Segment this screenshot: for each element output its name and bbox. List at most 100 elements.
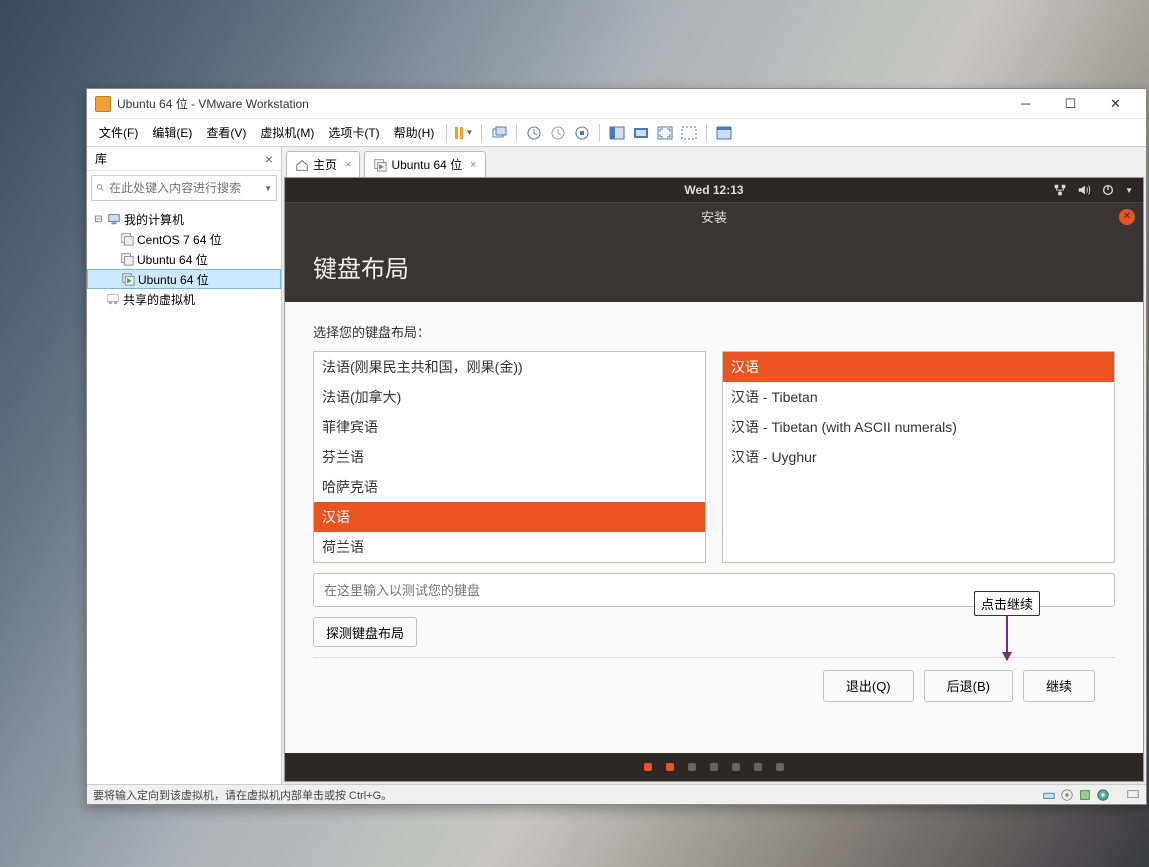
installer-page-title-bar: 键盘布局	[285, 230, 1143, 302]
library-toggle-button[interactable]	[713, 122, 735, 144]
list-item[interactable]: 菲律宾语	[314, 412, 705, 442]
maximize-button[interactable]: ☐	[1048, 90, 1093, 118]
tab-close-icon[interactable]: ×	[470, 159, 476, 171]
installer-title: 安装	[701, 207, 727, 226]
keyboard-prompt: 选择您的键盘布局：	[313, 322, 1115, 341]
disk-icon[interactable]	[1042, 788, 1056, 802]
tree-item-vm[interactable]: Ubuntu 64 位	[87, 249, 281, 269]
menu-view[interactable]: 查看(V)	[200, 121, 252, 144]
continue-button[interactable]: 继续	[1023, 670, 1095, 702]
list-item[interactable]: 汉语 - Tibetan (with ASCII numerals)	[723, 412, 1114, 442]
sidebar-header: 库 ×	[87, 147, 281, 171]
minimize-button[interactable]: ─	[1003, 90, 1048, 118]
sidebar-title: 库	[95, 150, 265, 167]
tree-shared-vms[interactable]: 共享的虚拟机	[87, 289, 281, 309]
tree-label: Ubuntu 64 位	[137, 251, 208, 268]
separator	[481, 124, 482, 142]
keyboard-lists: 法语(刚果民主共和国，刚果(金))法语(加拿大)菲律宾语芬兰语哈萨克语汉语荷兰语…	[313, 351, 1115, 563]
tab-label: Ubuntu 64 位	[391, 156, 462, 173]
tree-root-my-computer[interactable]: ⊟ 我的计算机	[87, 209, 281, 229]
list-item[interactable]: 荷兰语	[314, 532, 705, 562]
menu-help[interactable]: 帮助(H)	[388, 121, 441, 144]
view-thumbnail-button[interactable]	[630, 122, 652, 144]
callout-text: 点击继续	[974, 591, 1040, 616]
window-title: Ubuntu 64 位 - VMware Workstation	[117, 95, 1003, 112]
pause-button[interactable]: ▼	[453, 122, 475, 144]
unity-button[interactable]	[678, 122, 700, 144]
search-dropdown-icon[interactable]: ▼	[264, 184, 272, 193]
list-item[interactable]: 汉语 - Tibetan	[723, 382, 1114, 412]
menubar: 文件(F) 编辑(E) 查看(V) 虚拟机(M) 选项卡(T) 帮助(H) ▼	[87, 119, 1146, 147]
search-icon	[96, 181, 105, 195]
separator	[446, 124, 447, 142]
tab-vm[interactable]: Ubuntu 64 位 ×	[364, 151, 485, 177]
menu-file[interactable]: 文件(F)	[93, 121, 144, 144]
fullscreen-button[interactable]	[654, 122, 676, 144]
installer-close-icon[interactable]: ✕	[1119, 209, 1135, 225]
search-input[interactable]	[109, 181, 264, 195]
language-list[interactable]: 法语(刚果民主共和国，刚果(金))法语(加拿大)菲律宾语芬兰语哈萨克语汉语荷兰语…	[313, 351, 706, 563]
vmware-window: Ubuntu 64 位 - VMware Workstation ─ ☐ ✕ 文…	[86, 88, 1147, 805]
list-item[interactable]: 汉语	[723, 352, 1114, 382]
vm-running-icon	[121, 272, 135, 286]
power-icon[interactable]	[1101, 183, 1115, 197]
close-button[interactable]: ✕	[1093, 90, 1138, 118]
usb-icon[interactable]	[1096, 788, 1110, 802]
installer-body: 选择您的键盘布局： 法语(刚果民主共和国，刚果(金))法语(加拿大)菲律宾语芬兰…	[285, 302, 1143, 753]
content-area: 主页 × Ubuntu 64 位 × Wed 12:13	[282, 147, 1146, 784]
list-item[interactable]: 汉语	[314, 502, 705, 532]
progress-dot	[710, 763, 718, 771]
send-ctrl-alt-del-button[interactable]	[488, 122, 510, 144]
clock[interactable]: Wed 12:13	[684, 183, 743, 197]
progress-dot	[666, 763, 674, 771]
installer-footer: 退出(Q) 后退(B) 继续	[313, 657, 1115, 713]
list-item[interactable]: 法语(加拿大)	[314, 382, 705, 412]
detect-layout-button[interactable]: 探测键盘布局	[313, 617, 417, 647]
list-item[interactable]: 法语(刚果民主共和国，刚果(金))	[314, 352, 705, 382]
annotation-callout: 点击继续	[974, 591, 1040, 660]
status-text: 要将输入定向到该虚拟机，请在虚拟机内部单击或按 Ctrl+G。	[93, 787, 392, 803]
vm-icon	[120, 252, 134, 266]
chevron-down-icon[interactable]: ▼	[1125, 186, 1133, 195]
installer-header: 安装 ✕	[285, 202, 1143, 230]
quit-button[interactable]: 退出(Q)	[823, 670, 914, 702]
tree-label: Ubuntu 64 位	[138, 271, 209, 288]
library-search[interactable]: ▼	[91, 175, 277, 201]
back-button[interactable]: 后退(B)	[924, 670, 1013, 702]
message-icon[interactable]	[1126, 788, 1140, 802]
snapshot-button[interactable]	[523, 122, 545, 144]
network-adapter-icon[interactable]	[1078, 788, 1092, 802]
snapshot-manage-button[interactable]	[547, 122, 569, 144]
vm-icon	[120, 232, 134, 246]
list-item[interactable]: 哈萨克语	[314, 472, 705, 502]
separator	[706, 124, 707, 142]
app-icon	[95, 96, 111, 112]
progress-dot	[754, 763, 762, 771]
volume-icon[interactable]	[1077, 183, 1091, 197]
tree-item-vm-active[interactable]: Ubuntu 64 位	[87, 269, 281, 289]
page-title: 键盘布局	[313, 249, 409, 284]
menu-tabs[interactable]: 选项卡(T)	[322, 121, 385, 144]
menu-edit[interactable]: 编辑(E)	[146, 121, 198, 144]
shared-icon	[106, 292, 120, 306]
list-item[interactable]: 汉语 - Uyghur	[723, 442, 1114, 472]
system-tray: ▼	[1053, 183, 1143, 197]
workspace: 库 × ▼ ⊟ 我的计算机 CentOS 7 64 位	[87, 147, 1146, 784]
network-icon[interactable]	[1053, 183, 1067, 197]
separator	[516, 124, 517, 142]
tab-home[interactable]: 主页 ×	[286, 151, 360, 177]
tree-item-vm[interactable]: CentOS 7 64 位	[87, 229, 281, 249]
library-sidebar: 库 × ▼ ⊟ 我的计算机 CentOS 7 64 位	[87, 147, 282, 784]
vm-display[interactable]: Wed 12:13 ▼ 安装 ✕ 键盘布局 选择您的键盘布局：	[284, 177, 1144, 782]
list-item[interactable]: 黑山语	[314, 562, 705, 563]
revert-button[interactable]	[571, 122, 593, 144]
cd-icon[interactable]	[1060, 788, 1074, 802]
sidebar-close-icon[interactable]: ×	[265, 151, 273, 167]
view-console-button[interactable]	[606, 122, 628, 144]
variant-list[interactable]: 汉语汉语 - Tibetan汉语 - Tibetan (with ASCII n…	[722, 351, 1115, 563]
list-item[interactable]: 芬兰语	[314, 442, 705, 472]
menu-vm[interactable]: 虚拟机(M)	[254, 121, 320, 144]
progress-dot	[776, 763, 784, 771]
tab-close-icon[interactable]: ×	[345, 159, 351, 171]
computer-icon	[107, 212, 121, 226]
